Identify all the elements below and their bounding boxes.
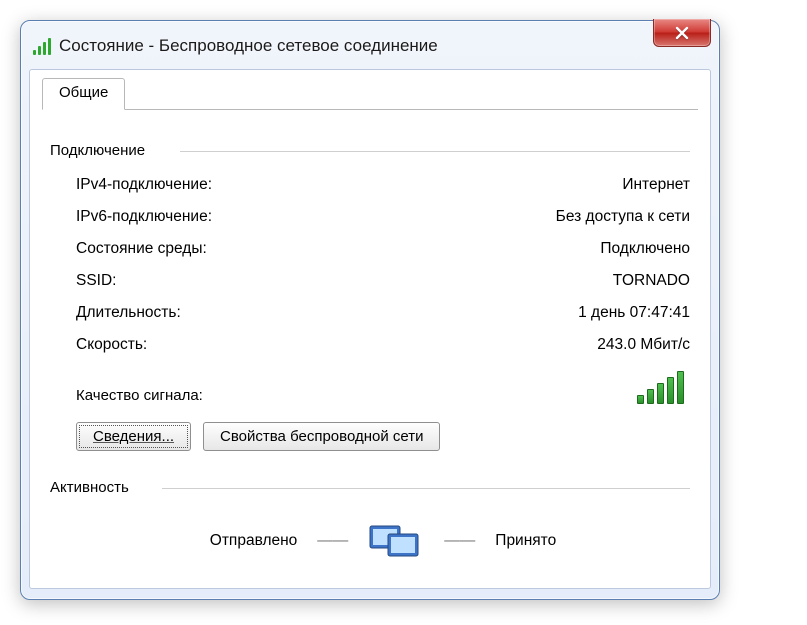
signal-strength-icon bbox=[637, 371, 690, 404]
ipv4-value: Интернет bbox=[622, 176, 690, 194]
row-media: Состояние среды: Подключено bbox=[76, 233, 690, 265]
duration-label: Длительность: bbox=[76, 304, 181, 322]
close-icon bbox=[674, 26, 690, 40]
details-button-label: Сведения... bbox=[93, 428, 174, 445]
row-signal: Качество сигнала: bbox=[76, 361, 690, 408]
window-title: Состояние - Беспроводное сетевое соедине… bbox=[59, 36, 709, 56]
titlebar: Состояние - Беспроводное сетевое соедине… bbox=[21, 21, 719, 65]
group-activity: Активность Отправлено —— bbox=[50, 471, 690, 562]
tabstrip: Общие bbox=[42, 78, 698, 110]
ipv4-label: IPv4-подключение: bbox=[76, 176, 212, 194]
row-duration: Длительность: 1 день 07:47:41 bbox=[76, 297, 690, 329]
signal-label: Качество сигнала: bbox=[76, 387, 203, 404]
row-ipv4: IPv4-подключение: Интернет bbox=[76, 169, 690, 201]
status-dialog: Состояние - Беспроводное сетевое соедине… bbox=[20, 20, 720, 600]
speed-label: Скорость: bbox=[76, 336, 147, 354]
row-speed: Скорость: 243.0 Мбит/с bbox=[76, 329, 690, 361]
activity-monitors-icon bbox=[368, 520, 424, 562]
tab-general[interactable]: Общие bbox=[42, 78, 125, 110]
group-connection-label: Подключение bbox=[50, 142, 151, 159]
activity-row: Отправлено —— —— Принято bbox=[76, 506, 690, 562]
signal-icon bbox=[33, 37, 51, 55]
tab-content: Подключение IPv4-подключение: Интернет I… bbox=[42, 118, 698, 562]
ipv6-value: Без доступа к сети bbox=[556, 208, 690, 226]
received-label: Принято bbox=[495, 532, 556, 550]
dash-icon: —— bbox=[444, 532, 475, 550]
client-area: Общие Подключение IPv4-подключение: Инте… bbox=[29, 69, 711, 589]
media-value: Подключено bbox=[600, 240, 690, 258]
sent-label: Отправлено bbox=[210, 532, 298, 550]
ipv6-label: IPv6-подключение: bbox=[76, 208, 212, 226]
wifi-properties-button[interactable]: Свойства беспроводной сети bbox=[203, 422, 440, 451]
media-label: Состояние среды: bbox=[76, 240, 207, 258]
group-activity-label: Активность bbox=[50, 479, 135, 496]
row-ssid: SSID: TORNADO bbox=[76, 265, 690, 297]
dash-icon: —— bbox=[317, 532, 348, 550]
group-connection: Подключение IPv4-подключение: Интернет I… bbox=[50, 134, 690, 457]
row-ipv6: IPv6-подключение: Без доступа к сети bbox=[76, 201, 690, 233]
duration-value: 1 день 07:47:41 bbox=[578, 304, 690, 322]
ssid-label: SSID: bbox=[76, 272, 116, 290]
connection-buttons: Сведения... Свойства беспроводной сети bbox=[76, 408, 690, 457]
ssid-value: TORNADO bbox=[613, 272, 690, 290]
speed-value: 243.0 Мбит/с bbox=[597, 336, 690, 354]
close-button[interactable] bbox=[653, 19, 711, 47]
details-button[interactable]: Сведения... bbox=[76, 422, 191, 451]
